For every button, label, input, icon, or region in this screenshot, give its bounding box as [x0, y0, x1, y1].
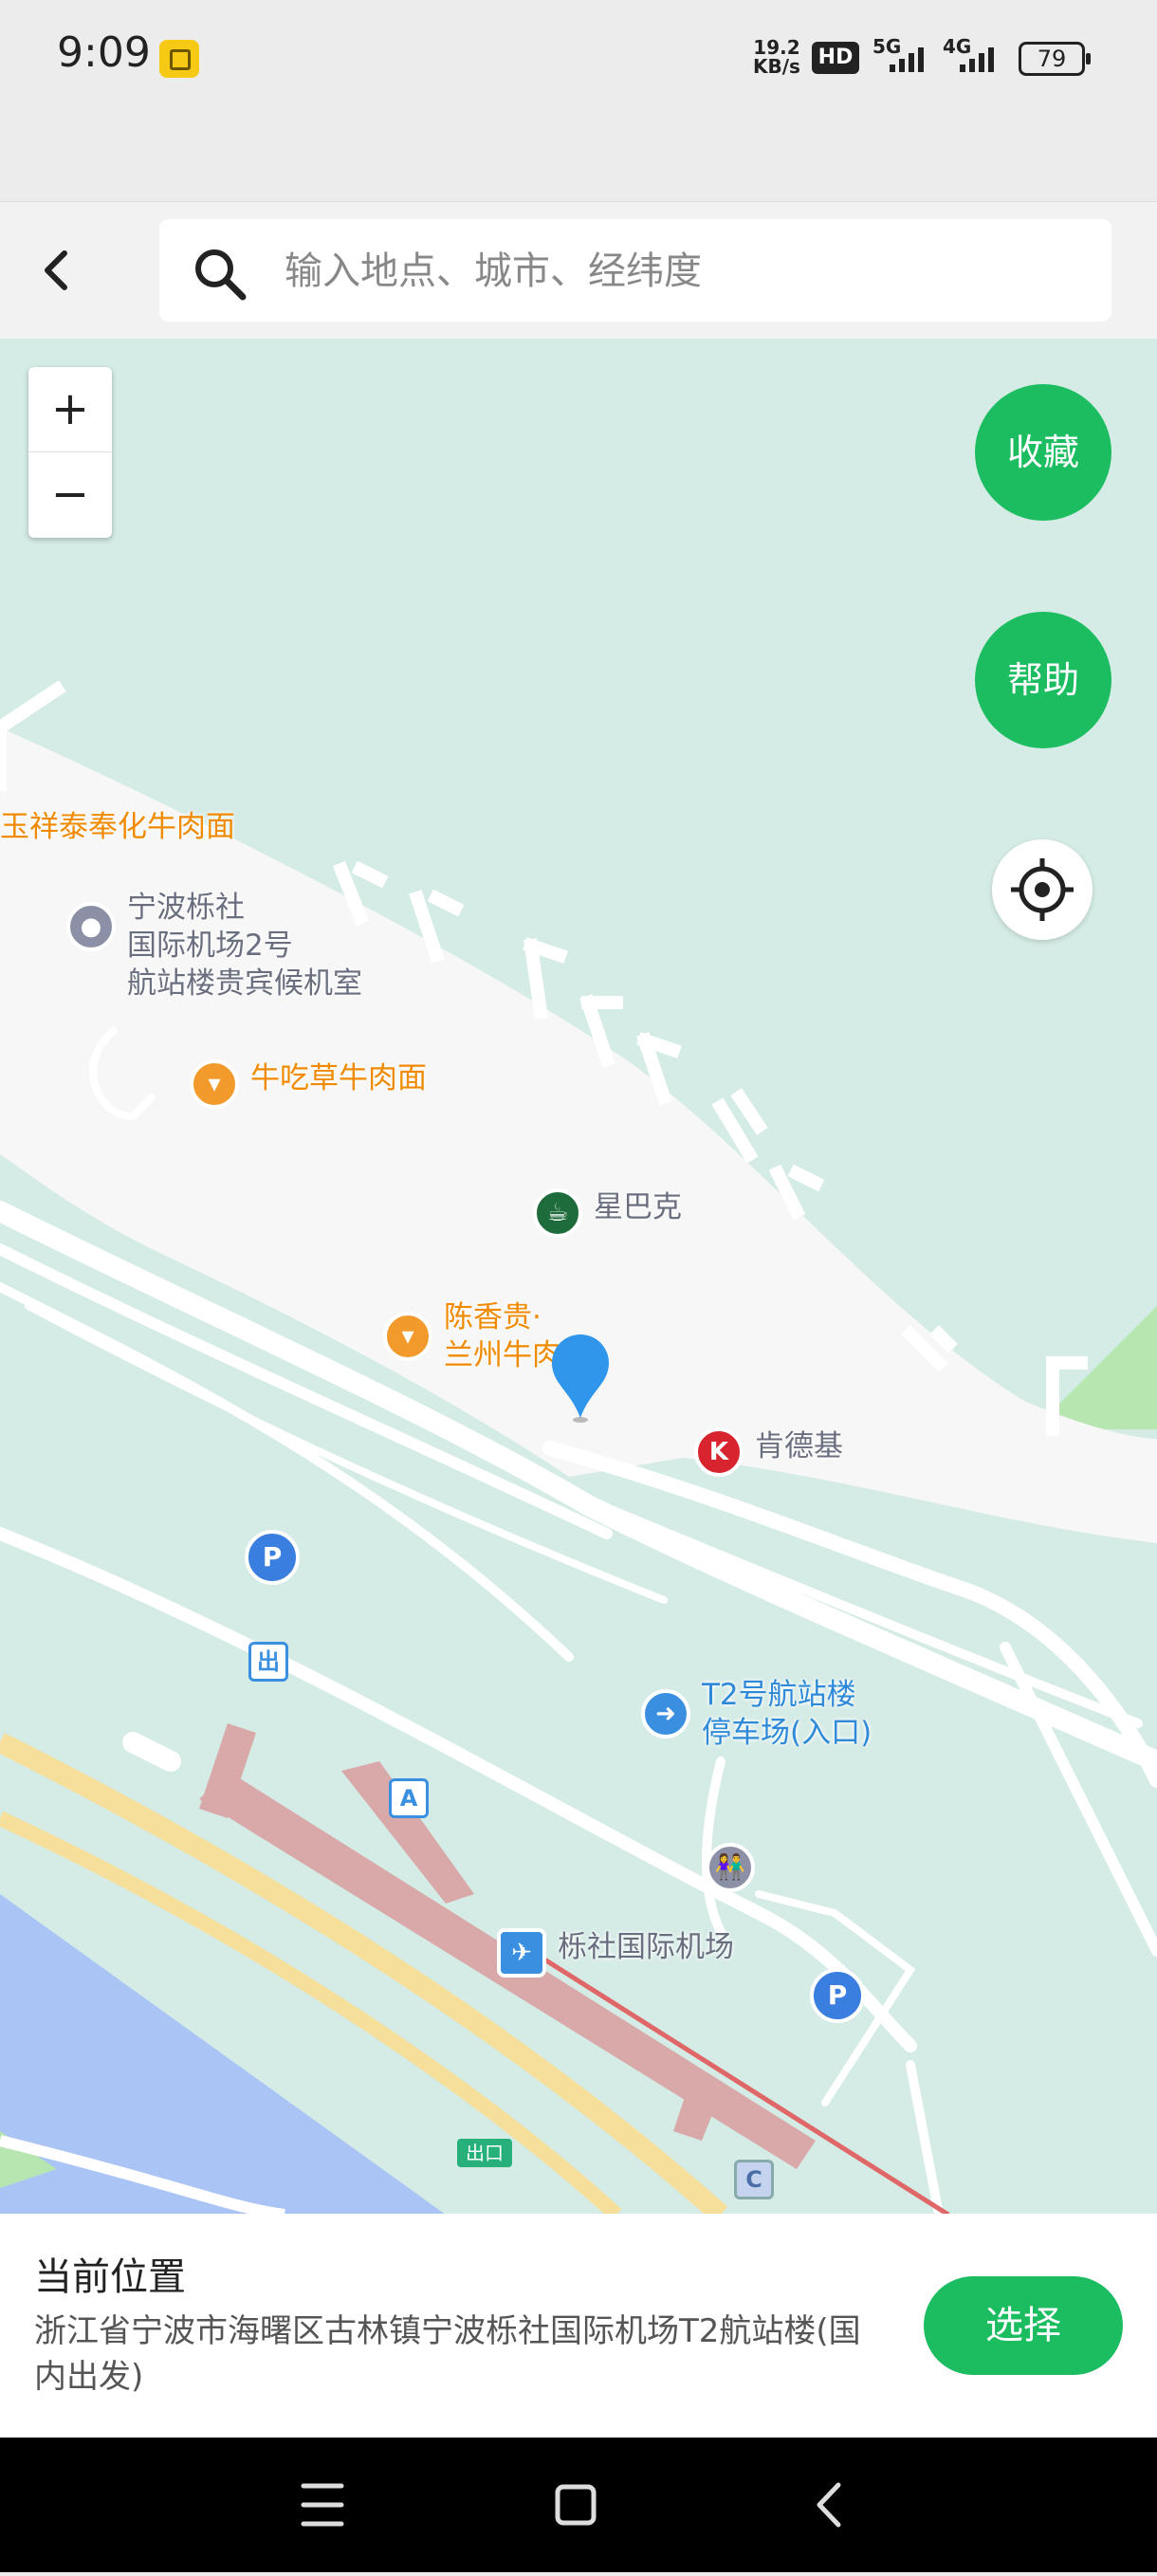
poi-restroom[interactable]: 👫	[706, 1843, 755, 1892]
signal-4g-label: 4G	[943, 36, 971, 58]
kfc-icon: K	[694, 1427, 744, 1477]
exit-sign-icon[interactable]: 出	[248, 1642, 288, 1682]
poi-label: 宁波栎社 国际机场2号 航站楼贵宾候机室	[127, 891, 362, 1001]
poi-label: 栎社国际机场	[558, 1930, 734, 1964]
location-panel: 当前位置 浙江省宁波市海曙区古林镇宁波栎社国际机场T2航站楼(国内出发) 选择	[0, 2214, 1157, 2438]
poi-yuxiangtai[interactable]: 玉祥泰奉化牛肉面	[0, 808, 235, 846]
entrance-icon: ➜	[641, 1689, 690, 1739]
signal-5g-icon: 5G	[872, 35, 939, 80]
network-speed-value: 19.2	[753, 36, 800, 59]
back-button[interactable]	[28, 240, 85, 301]
poi-label: 肯德基	[755, 1429, 843, 1463]
exit-label: 出口	[457, 2139, 512, 2167]
poi-label: 牛吃草牛肉面	[250, 1061, 427, 1095]
locate-button[interactable]	[992, 839, 1093, 940]
poi-label: T2号航站楼 停车场(入口)	[702, 1678, 872, 1750]
network-speed: 19.2 KB/s	[753, 38, 800, 76]
address-text: 浙江省宁波市海曙区古林镇宁波栎社国际机场T2航站楼(国内出发)	[34, 2312, 861, 2396]
map-view[interactable]: + − 收藏 帮助 玉祥泰奉化牛肉面 ● 宁波栎社 国际机场2号 航站楼贵宾候机…	[0, 339, 1157, 2215]
search-header	[0, 201, 1157, 340]
panel-title: 当前位置	[34, 2255, 186, 2299]
location-pin-icon	[550, 1333, 611, 1424]
zoom-control: + −	[28, 367, 112, 538]
select-button[interactable]: 选择	[924, 2276, 1123, 2375]
poi-airport[interactable]: ✈ 栎社国际机场	[497, 1928, 734, 1978]
home-icon[interactable]	[555, 2484, 597, 2526]
search-input[interactable]	[283, 219, 1093, 323]
starbucks-icon: ☕	[533, 1188, 582, 1238]
hd-badge: HD	[812, 42, 859, 74]
signal-4g-icon: 4G	[943, 35, 1009, 80]
favorite-button[interactable]: 收藏	[975, 384, 1111, 521]
poi-t2-parking[interactable]: ➜ T2号航站楼 停车场(入口)	[641, 1676, 872, 1752]
search-box[interactable]	[159, 219, 1111, 323]
entrance-a-icon[interactable]: A	[389, 1778, 429, 1818]
poi-chenxianggui[interactable]: ▾ 陈香贵· 兰州牛肉	[383, 1298, 561, 1374]
network-speed-unit: KB/s	[753, 55, 800, 78]
crosshair-icon	[1011, 858, 1074, 921]
restaurant-icon: ▾	[190, 1059, 239, 1109]
airport-icon: ✈	[497, 1928, 546, 1978]
status-time: 9:09	[57, 28, 151, 77]
poi-starbucks[interactable]: ☕ 星巴克	[533, 1188, 682, 1238]
poi-niuchicao[interactable]: ▾ 牛吃草牛肉面	[190, 1059, 427, 1109]
help-button[interactable]: 帮助	[975, 612, 1111, 748]
restroom-icon: 👫	[706, 1843, 755, 1892]
zoom-in-button[interactable]: +	[28, 367, 112, 452]
restaurant-icon: ▾	[383, 1312, 432, 1361]
parking-icon[interactable]: P	[810, 1968, 865, 2023]
poi-label: 玉祥泰奉化牛肉面	[0, 810, 235, 844]
poi-label: 星巴克	[594, 1190, 682, 1224]
poi-vip-lounge[interactable]: ● 宁波栎社 国际机场2号 航站楼贵宾候机室	[66, 889, 362, 1003]
poi-kfc[interactable]: K 肯德基	[694, 1427, 843, 1477]
poi-label: 陈香贵· 兰州牛肉	[444, 1300, 561, 1372]
system-nav-bar	[0, 2438, 1157, 2572]
zoom-out-button[interactable]: −	[28, 452, 112, 537]
notification-icon	[159, 40, 199, 78]
parking-icon[interactable]: P	[245, 1530, 300, 1585]
menu-icon[interactable]	[301, 2483, 344, 2527]
chevron-left-icon	[45, 250, 67, 290]
search-icon	[192, 246, 248, 303]
entrance-c-icon[interactable]: C	[734, 2160, 774, 2199]
battery-indicator: 79	[1019, 42, 1091, 76]
signal-5g-label: 5G	[872, 36, 901, 58]
status-bar: 9:09 19.2 KB/s HD 5G 4G 79	[0, 0, 1157, 114]
back-nav-icon[interactable]	[817, 2482, 841, 2528]
lounge-icon: ●	[66, 902, 116, 951]
